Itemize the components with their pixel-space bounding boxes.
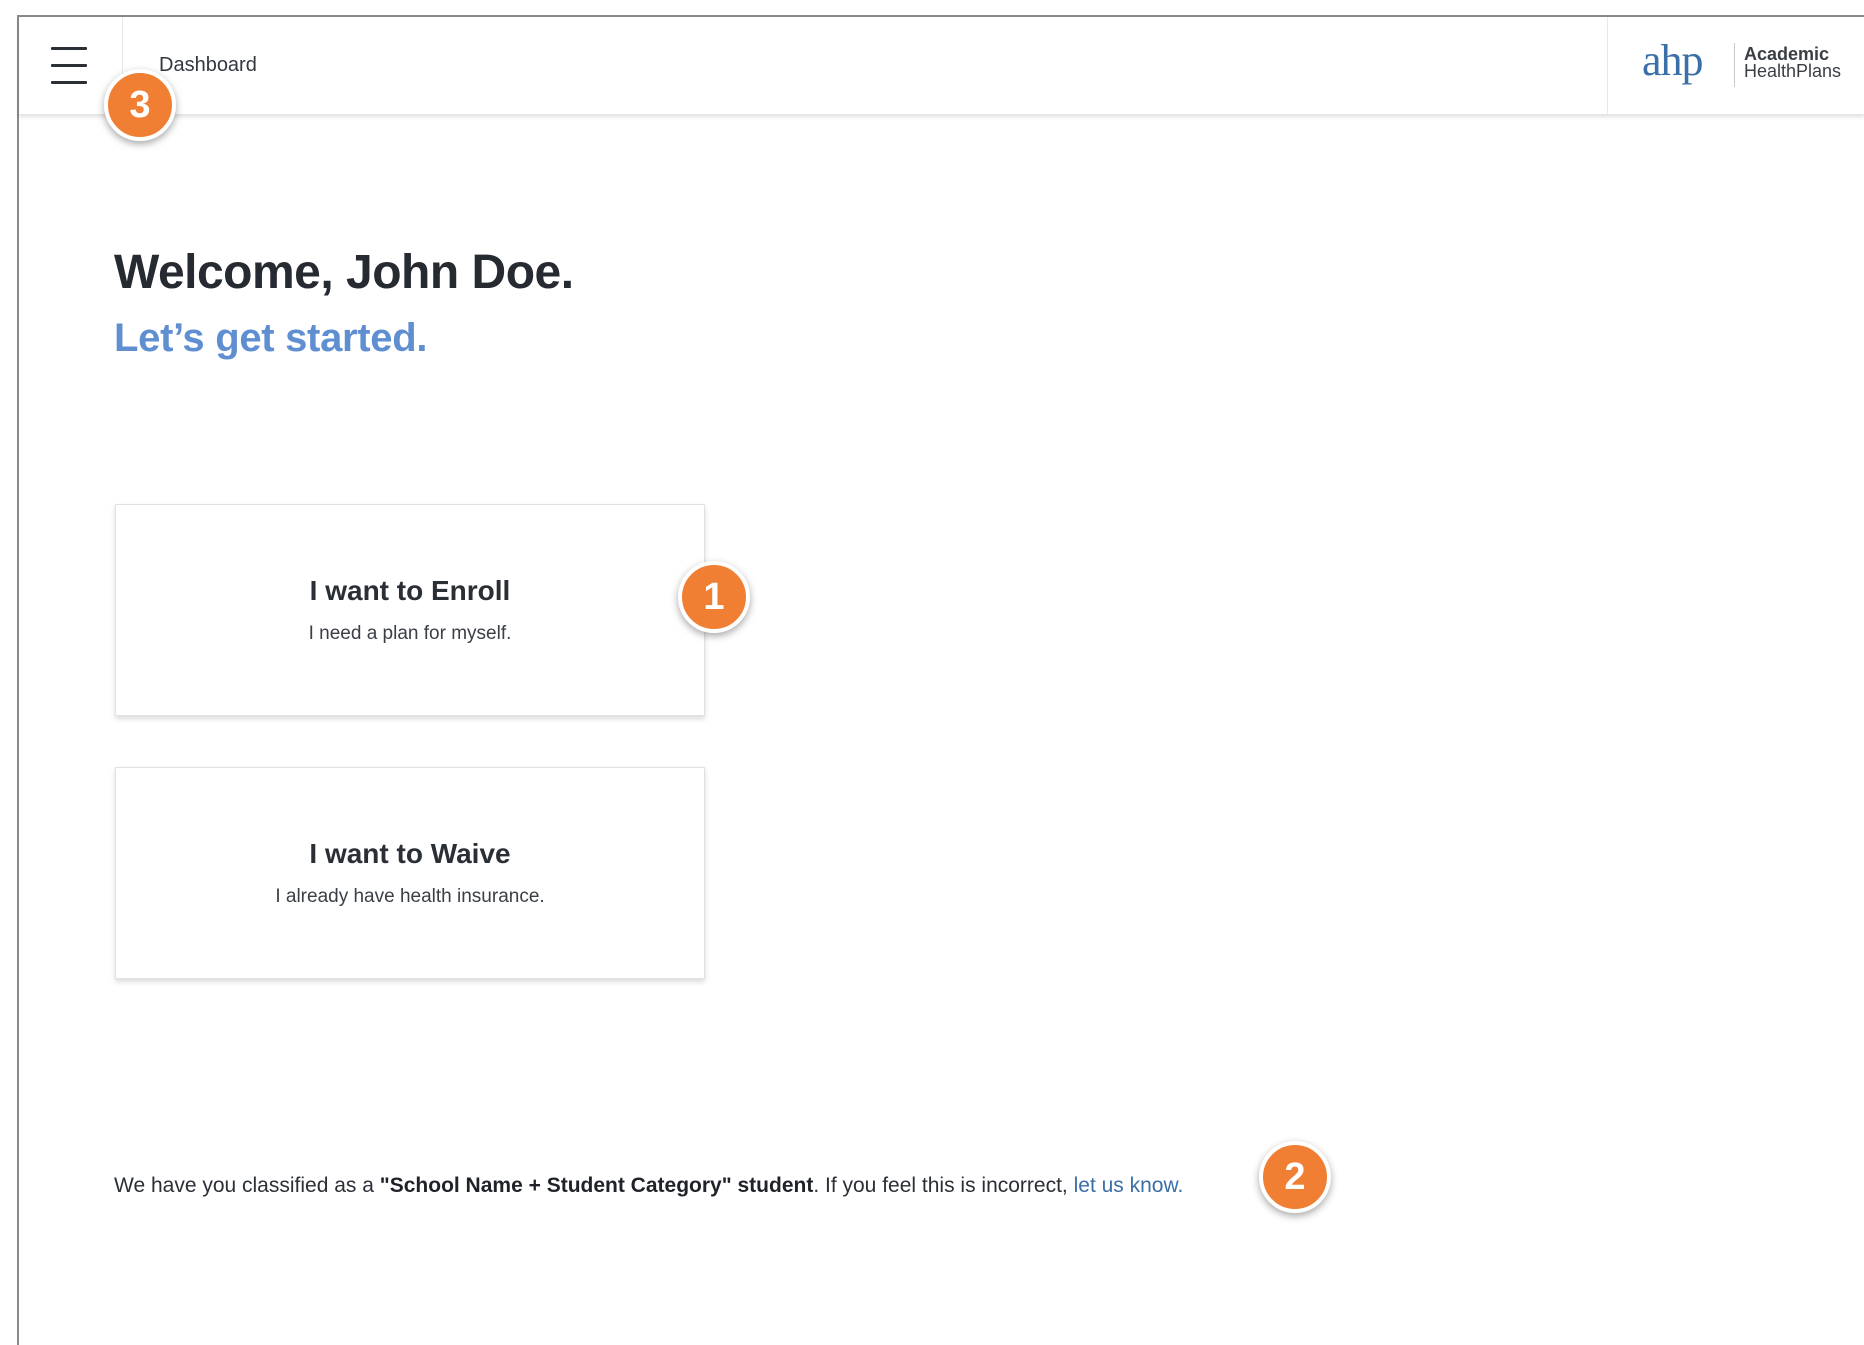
welcome-heading: Welcome, John Doe.: [114, 246, 574, 299]
annotation-badge-1: 1: [678, 561, 750, 633]
waive-card-title: I want to Waive: [309, 838, 511, 869]
ahp-logo[interactable]: ahp Academic HealthPlans: [1607, 17, 1864, 114]
classification-middle: . If you feel this is incorrect,: [813, 1174, 1074, 1197]
menu-bar-line: [51, 81, 87, 84]
classification-prefix: We have you classified as a: [114, 1174, 380, 1197]
annotation-badge-2: 2: [1259, 1141, 1331, 1213]
enroll-card-title: I want to Enroll: [309, 575, 511, 606]
logo-divider: [1734, 43, 1735, 87]
logo-mark: ahp: [1642, 36, 1704, 85]
annotation-badge-3: 3: [104, 69, 176, 141]
classification-category: "School Name + Student Category" student: [379, 1174, 814, 1197]
menu-bar-line: [51, 47, 87, 50]
classification-notice: We have you classified as a "School Name…: [114, 1174, 1183, 1198]
waive-card-description: I already have health insurance.: [275, 886, 545, 907]
top-bar: Dashboard ahp Academic HealthPlans: [19, 17, 1864, 115]
menu-bar-line: [51, 64, 87, 67]
logo-text: Academic HealthPlans: [1744, 45, 1842, 81]
breadcrumb: Dashboard: [159, 54, 257, 76]
welcome-subtitle: Let’s get started.: [114, 316, 428, 360]
enroll-card-description: I need a plan for myself.: [308, 623, 512, 644]
let-us-know-link[interactable]: let us know.: [1074, 1174, 1184, 1197]
enroll-card[interactable]: I want to Enroll I need a plan for mysel…: [115, 504, 705, 716]
logo-line-2: HealthPlans: [1744, 61, 1842, 81]
waive-card[interactable]: I want to Waive I already have health in…: [115, 767, 705, 979]
